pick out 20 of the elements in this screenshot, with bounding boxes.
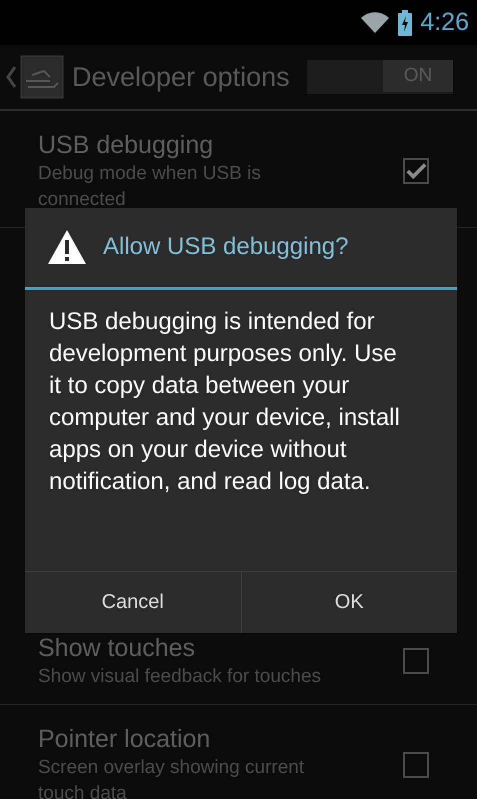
screen-title: Developer options [72, 60, 291, 94]
dialog-button[interactable]: Cancel [25, 572, 240, 633]
setting-summary: Screen overlay showing current touch data [38, 756, 306, 799]
dialog-title: Allow USB debugging? [103, 232, 348, 262]
checkbox[interactable] [403, 158, 429, 184]
battery-icon [398, 10, 412, 36]
dialog-message: USB debugging is intended for development purposes only. Use it to copy data between your computer and your device, install apps on your device without notification, and read log data. [48, 306, 401, 497]
checkbox[interactable] [403, 648, 429, 674]
setting-title: Pointer location [38, 724, 212, 755]
app-icon[interactable] [20, 55, 64, 99]
setting-title: USB debugging [38, 130, 214, 161]
dialog-button[interactable]: OK [240, 572, 457, 633]
back-caret-icon[interactable] [6, 66, 16, 88]
wifi-icon [360, 12, 390, 34]
setting-summary: Debug mode when USB is connected [38, 162, 262, 212]
setting-summary: Show visual feedback for touches [38, 665, 322, 689]
checkbox[interactable] [403, 752, 429, 778]
warning-icon [47, 229, 87, 266]
setting-title: Show touches [38, 633, 196, 664]
clock-time: 4:26 [420, 6, 469, 38]
